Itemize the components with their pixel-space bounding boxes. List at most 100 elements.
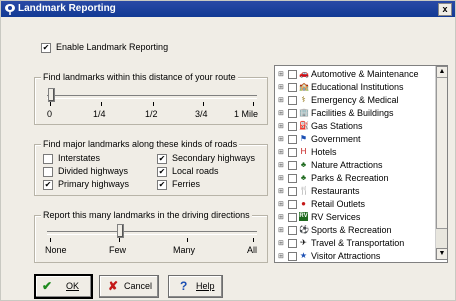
- tree-scrollbar[interactable]: ▲ ▼: [435, 66, 447, 260]
- ferries-checkbox[interactable]: ✔: [157, 180, 167, 190]
- school-icon: 🏫: [299, 82, 309, 91]
- category-label: Retail Outlets: [311, 199, 366, 209]
- category-checkbox[interactable]: [288, 122, 297, 131]
- category-row[interactable]: ⊞ ✈ Travel & Transportation: [275, 237, 435, 249]
- category-row[interactable]: ⊞ ● Retail Outlets: [275, 198, 435, 210]
- category-checkbox[interactable]: [288, 135, 297, 144]
- expand-icon[interactable]: ⊞: [278, 252, 284, 260]
- interstates-checkbox[interactable]: [43, 154, 53, 164]
- category-label: Restaurants: [311, 186, 360, 196]
- expand-icon[interactable]: ⊞: [278, 213, 284, 221]
- airplane-icon: ✈: [300, 238, 307, 247]
- expand-icon[interactable]: ⊞: [278, 83, 284, 91]
- category-checkbox[interactable]: [288, 239, 297, 248]
- expand-icon[interactable]: ⊞: [278, 109, 284, 117]
- cancel-button[interactable]: ✘ Cancel: [99, 275, 159, 298]
- distance-tick-label: 1 Mile: [234, 109, 259, 119]
- expand-icon[interactable]: ⊞: [278, 174, 284, 182]
- tree-icon: ♣: [300, 160, 307, 169]
- category-checkbox[interactable]: [288, 174, 297, 183]
- retail-icon: ●: [301, 199, 306, 208]
- report-slider-track[interactable]: [47, 231, 257, 235]
- secondary-highways-checkbox[interactable]: ✔: [157, 154, 167, 164]
- local-roads-label: Local roads: [172, 166, 219, 176]
- category-checkbox[interactable]: [288, 148, 297, 157]
- distance-tick: [50, 102, 51, 106]
- local-roads-checkbox[interactable]: ✔: [157, 167, 167, 177]
- help-question-icon: ?: [180, 279, 188, 293]
- distance-slider-track[interactable]: [47, 95, 257, 99]
- report-group: Report this many landmarks in the drivin…: [34, 210, 268, 263]
- category-row[interactable]: ⊞ ⚽ Sports & Recreation: [275, 224, 435, 236]
- category-checkbox[interactable]: [288, 70, 297, 79]
- dialog-title: Landmark Reporting: [18, 3, 116, 14]
- distance-slider-thumb[interactable]: [48, 88, 55, 102]
- category-row[interactable]: ⊞ H Hotels: [275, 146, 435, 158]
- category-checkbox[interactable]: [288, 83, 297, 92]
- category-row[interactable]: ⊞ RV RV Services: [275, 211, 435, 223]
- category-row[interactable]: ⊞ ★ Visitor Attractions: [275, 250, 435, 262]
- category-checkbox[interactable]: [288, 187, 297, 196]
- category-row[interactable]: ⊞ ♣ Nature Attractions: [275, 159, 435, 171]
- category-row[interactable]: ⊞ 🚗 Automotive & Maintenance: [275, 68, 435, 80]
- category-checkbox[interactable]: [288, 226, 297, 235]
- report-slider-thumb[interactable]: [117, 224, 124, 238]
- category-label: Visitor Attractions: [311, 251, 381, 261]
- expand-icon[interactable]: ⊞: [278, 96, 284, 104]
- divided-highways-label: Divided highways: [58, 166, 129, 176]
- category-label: Travel & Transportation: [311, 238, 405, 248]
- category-checkbox[interactable]: [288, 213, 297, 222]
- primary-highways-label: Primary highways: [58, 179, 130, 189]
- category-label: Gas Stations: [311, 121, 363, 131]
- category-checkbox[interactable]: [288, 96, 297, 105]
- category-row[interactable]: ⊞ ⚑ Government: [275, 133, 435, 145]
- expand-icon[interactable]: ⊞: [278, 161, 284, 169]
- enable-checkbox[interactable]: ✔: [41, 43, 51, 53]
- close-button[interactable]: x: [438, 3, 452, 16]
- gas-icon: ⛽: [299, 121, 309, 130]
- distance-tick: [203, 102, 204, 106]
- expand-icon[interactable]: ⊞: [278, 122, 284, 130]
- ferries-label: Ferries: [172, 179, 201, 189]
- category-label: Automotive & Maintenance: [311, 69, 419, 79]
- category-label: Sports & Recreation: [311, 225, 392, 235]
- category-row[interactable]: ⊞ ⚕ Emergency & Medical: [275, 94, 435, 106]
- category-row[interactable]: ⊞ ⛽ Gas Stations: [275, 120, 435, 132]
- report-tick-label: None: [45, 245, 67, 255]
- building-icon: 🏢: [299, 108, 309, 117]
- landmark-category-tree[interactable]: ⊞ 🚗 Automotive & Maintenance ⊞ 🏫 Educational …: [274, 65, 448, 263]
- sports-icon: ⚽: [299, 225, 309, 234]
- expand-icon[interactable]: ⊞: [278, 70, 284, 78]
- scroll-down-button[interactable]: ▼: [436, 248, 447, 260]
- category-label: Hotels: [311, 147, 337, 157]
- help-button[interactable]: ? Help: [168, 275, 223, 298]
- category-row[interactable]: ⊞ 🏫 Educational Institutions: [275, 81, 435, 93]
- close-icon: x: [442, 4, 448, 14]
- ok-button[interactable]: ✔ OK: [34, 274, 93, 299]
- category-row[interactable]: ⊞ ♣ Parks & Recreation: [275, 172, 435, 184]
- category-row[interactable]: ⊞ 🏢 Facilities & Buildings: [275, 107, 435, 119]
- category-checkbox[interactable]: [288, 252, 297, 261]
- category-label: Parks & Recreation: [311, 173, 389, 183]
- category-row[interactable]: ⊞ 🍴 Restaurants: [275, 185, 435, 197]
- expand-icon[interactable]: ⊞: [278, 239, 284, 247]
- roads-group: Find major landmarks along these kinds o…: [34, 139, 268, 196]
- expand-icon[interactable]: ⊞: [278, 200, 284, 208]
- help-label: Help: [196, 281, 215, 291]
- category-checkbox[interactable]: [288, 200, 297, 209]
- category-checkbox[interactable]: [288, 161, 297, 170]
- primary-highways-checkbox[interactable]: ✔: [43, 180, 53, 190]
- distance-tick-label: 0: [47, 109, 53, 119]
- scroll-thumb[interactable]: [436, 77, 447, 229]
- report-tick-label: Few: [109, 245, 127, 255]
- expand-icon[interactable]: ⊞: [278, 187, 284, 195]
- category-label: Nature Attractions: [311, 160, 383, 170]
- distance-tick: [101, 102, 102, 106]
- expand-icon[interactable]: ⊞: [278, 135, 284, 143]
- divided-highways-checkbox[interactable]: [43, 167, 53, 177]
- title-bar: Landmark Reporting x: [1, 1, 455, 17]
- category-checkbox[interactable]: [288, 109, 297, 118]
- expand-icon[interactable]: ⊞: [278, 148, 284, 156]
- distance-tick-label: 1/2: [145, 109, 158, 119]
- expand-icon[interactable]: ⊞: [278, 226, 284, 234]
